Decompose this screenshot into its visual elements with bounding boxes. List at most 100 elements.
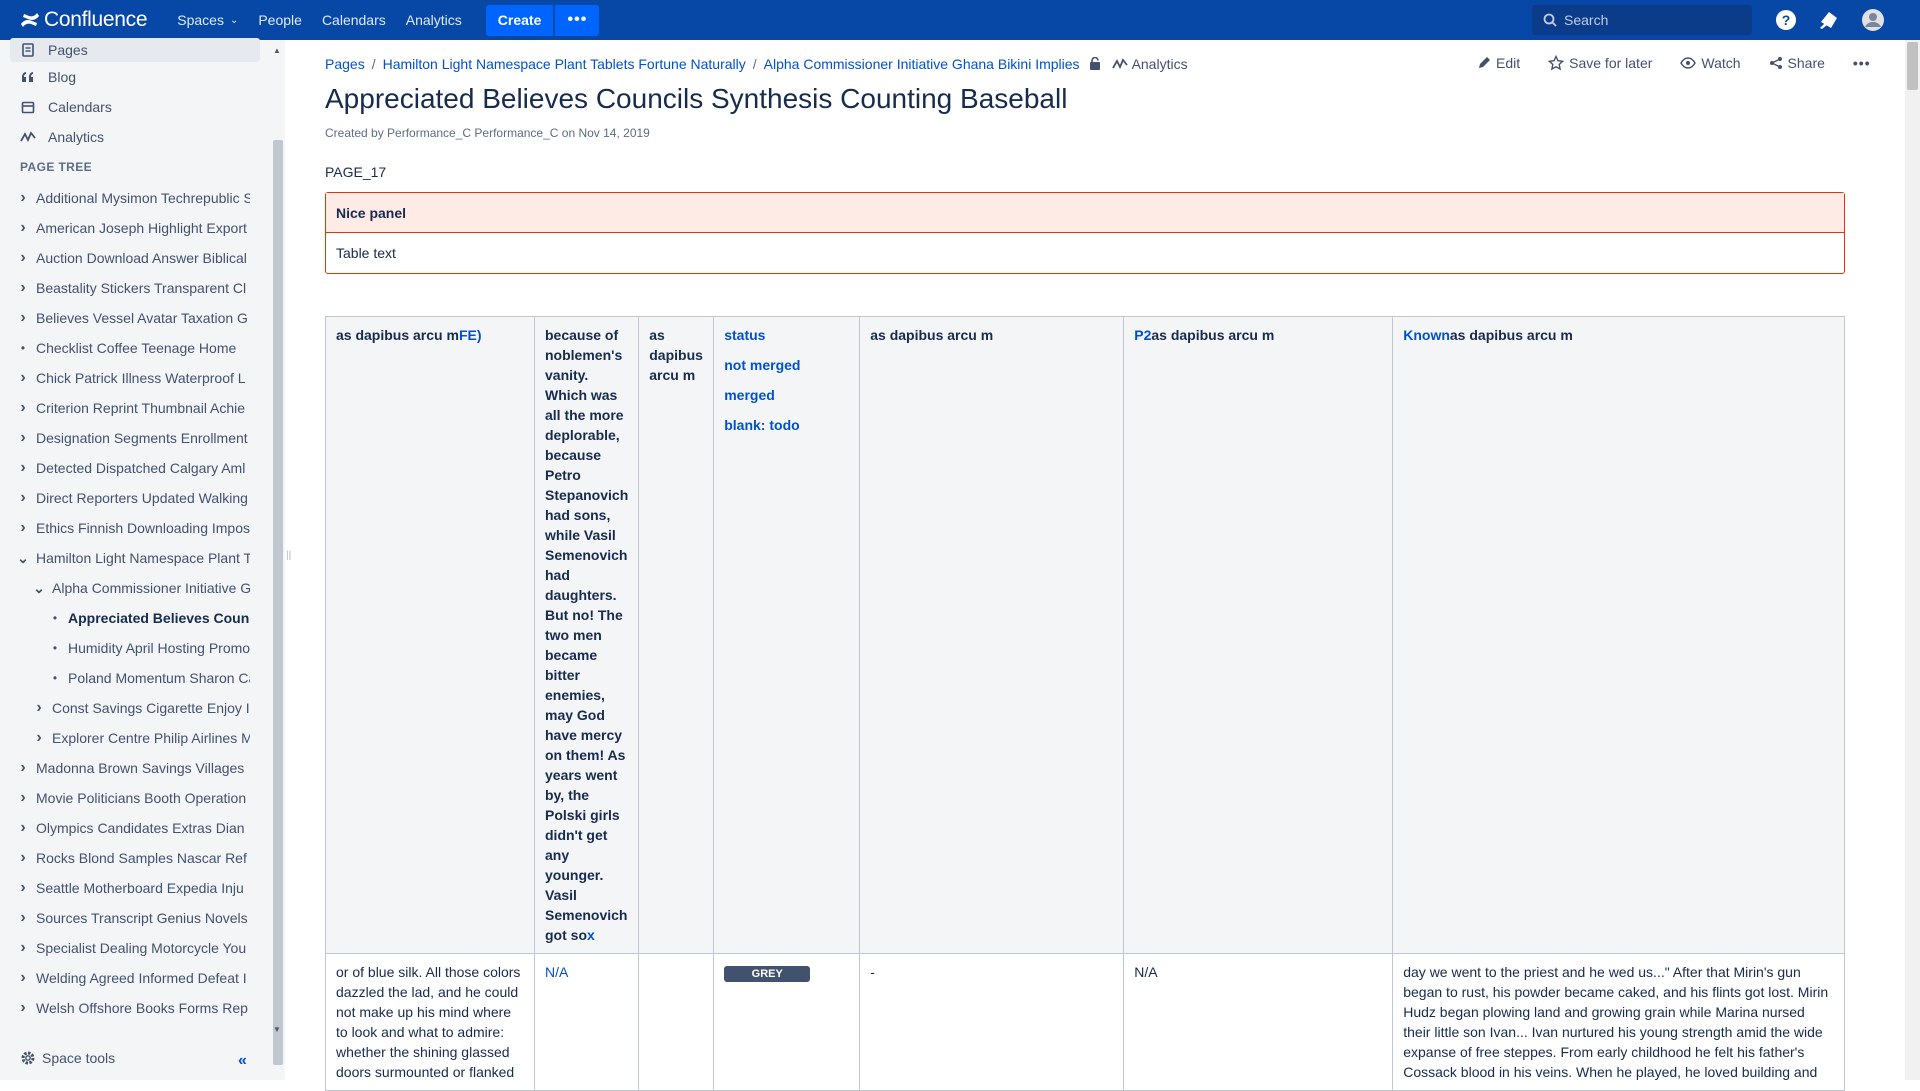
- chevron-right-icon[interactable]: ›: [16, 819, 30, 837]
- sidebar-item-blog[interactable]: Blog: [10, 62, 260, 92]
- chevron-right-icon[interactable]: ›: [16, 849, 30, 867]
- cell-link[interactable]: P2: [1134, 327, 1151, 343]
- page-tree-item[interactable]: › Believes Vessel Avatar Taxation G: [0, 303, 250, 333]
- chevron-right-icon[interactable]: ›: [16, 489, 30, 507]
- page-tree-item[interactable]: • Appreciated Believes Coun: [0, 603, 250, 633]
- sidebar-item-pages[interactable]: Pages: [10, 38, 260, 62]
- create-button[interactable]: Create: [485, 4, 554, 36]
- page-tree-item[interactable]: • Checklist Coffee Teenage Home: [0, 333, 250, 363]
- chevron-right-icon[interactable]: ›: [16, 249, 30, 267]
- page-tree-item[interactable]: › Olympics Candidates Extras Dian: [0, 813, 250, 843]
- table-cell: or of blue silk. All those colors dazzle…: [325, 953, 535, 1091]
- cell-link[interactable]: Known: [1403, 327, 1450, 343]
- chevron-right-icon[interactable]: ›: [16, 909, 30, 927]
- page-tree-item[interactable]: › Beastality Stickers Transparent Cl: [0, 273, 250, 303]
- breadcrumb-item[interactable]: Alpha Commissioner Initiative Ghana Biki…: [764, 56, 1080, 72]
- nav-people[interactable]: People: [248, 0, 312, 40]
- share-button[interactable]: Share: [1769, 55, 1825, 71]
- breadcrumb-separator: /: [371, 56, 376, 72]
- page-tree-item[interactable]: › Specialist Dealing Motorcycle You: [0, 933, 250, 963]
- page-tree-item[interactable]: › Movie Politicians Booth Operation: [0, 783, 250, 813]
- help-icon[interactable]: ?: [1774, 8, 1798, 32]
- chevron-right-icon[interactable]: ›: [16, 789, 30, 807]
- page-tree-item[interactable]: › Criterion Reprint Thumbnail Achie: [0, 393, 250, 423]
- page-tree-item-label: Movie Politicians Booth Operation: [36, 790, 247, 806]
- page-tree-item[interactable]: › Direct Reporters Updated Walking: [0, 483, 250, 513]
- chevron-right-icon[interactable]: ›: [16, 429, 30, 447]
- page-tree-item[interactable]: › Chick Patrick Illness Waterproof L: [0, 363, 250, 393]
- search-input[interactable]: [1564, 12, 1734, 28]
- more-actions-icon[interactable]: •••: [1853, 55, 1871, 71]
- chevron-right-icon[interactable]: ›: [16, 999, 30, 1017]
- chevron-down-icon[interactable]: ⌄: [32, 580, 46, 597]
- page-tree-item[interactable]: › Detected Dispatched Calgary Aml: [0, 453, 250, 483]
- notifications-icon[interactable]: [1817, 8, 1841, 32]
- sidebar-item-calendars[interactable]: Calendars: [10, 92, 260, 122]
- page-tree-item[interactable]: › Ethics Finnish Downloading Impos: [0, 513, 250, 543]
- chevron-right-icon[interactable]: ›: [16, 969, 30, 987]
- page-tree-item-label: Sources Transcript Genius Novels: [36, 910, 248, 926]
- page-tree-item[interactable]: › Madonna Brown Savings Villages: [0, 753, 250, 783]
- sidebar-resize-handle[interactable]: ||: [286, 550, 291, 561]
- page-label: PAGE_17: [325, 164, 387, 180]
- page-tree-item[interactable]: › Welsh Offshore Books Forms Rep: [0, 993, 250, 1023]
- page-tree-item[interactable]: › Additional Mysimon Techrepublic S: [0, 183, 250, 213]
- cell-link[interactable]: x: [587, 927, 595, 943]
- page-tree-item[interactable]: › American Joseph Highlight Export: [0, 213, 250, 243]
- page-tree-item[interactable]: › Rocks Blond Samples Nascar Ref: [0, 843, 250, 873]
- page-tree-item-label: American Joseph Highlight Export: [36, 220, 247, 236]
- chevron-right-icon[interactable]: ›: [32, 729, 46, 747]
- breadcrumb-item[interactable]: Pages: [325, 56, 365, 72]
- page-tree-item[interactable]: ⌄ Hamilton Light Namespace Plant T: [0, 543, 250, 573]
- chevron-right-icon[interactable]: ›: [16, 519, 30, 537]
- chevron-right-icon[interactable]: ›: [32, 699, 46, 717]
- chevron-right-icon[interactable]: ›: [16, 219, 30, 237]
- chevron-right-icon[interactable]: ›: [16, 369, 30, 387]
- confluence-logo[interactable]: Confluence: [20, 8, 148, 32]
- cell-link[interactable]: FE): [459, 327, 482, 343]
- save-for-later-label: Save for later: [1569, 55, 1653, 71]
- page-tree-item[interactable]: › Auction Download Answer Biblical: [0, 243, 250, 273]
- scroll-down-icon[interactable]: ▼: [273, 1025, 281, 1034]
- chevron-down-icon[interactable]: ⌄: [16, 550, 30, 567]
- nav-spaces[interactable]: Spaces ⌄: [167, 0, 248, 40]
- restrictions-icon[interactable]: [1088, 57, 1102, 71]
- space-tools-button[interactable]: Space tools: [20, 1050, 115, 1066]
- create-more-button[interactable]: •••: [555, 4, 600, 36]
- page-tree-item[interactable]: › Sources Transcript Genius Novels: [0, 903, 250, 933]
- page-tree-item[interactable]: › Explorer Centre Philip Airlines M: [0, 723, 250, 753]
- chevron-right-icon[interactable]: ›: [16, 279, 30, 297]
- avatar-icon[interactable]: [1861, 8, 1885, 32]
- sidebar: Pages Blog Calendars Analytics PAGE TREE…: [0, 38, 285, 1080]
- page-tree-item[interactable]: › Const Savings Cigarette Enjoy I: [0, 693, 250, 723]
- chevron-right-icon[interactable]: ›: [16, 759, 30, 777]
- chevron-right-icon[interactable]: ›: [16, 459, 30, 477]
- sidebar-scrollbar-thumb[interactable]: [273, 140, 283, 1065]
- chevron-right-icon[interactable]: ›: [16, 939, 30, 957]
- scroll-up-icon[interactable]: ▲: [273, 46, 281, 55]
- chevron-right-icon[interactable]: ›: [16, 309, 30, 327]
- save-for-later-button[interactable]: Save for later: [1548, 55, 1652, 71]
- breadcrumb-item[interactable]: Hamilton Light Namespace Plant Tablets F…: [383, 56, 746, 72]
- watch-button[interactable]: Watch: [1680, 55, 1741, 71]
- cell-text: as dapibus arcu m: [1151, 327, 1275, 343]
- sidebar-item-analytics[interactable]: Analytics: [10, 122, 260, 152]
- page-tree-item[interactable]: ⌄ Alpha Commissioner Initiative G: [0, 573, 250, 603]
- page-scrollbar-thumb[interactable]: [1907, 42, 1918, 90]
- analytics-link[interactable]: Analytics: [1132, 56, 1188, 72]
- page-tree-item[interactable]: • Humidity April Hosting Promo: [0, 633, 250, 663]
- gear-icon: [21, 1051, 35, 1065]
- page-tree-item[interactable]: › Designation Segments Enrollment: [0, 423, 250, 453]
- search-box[interactable]: [1532, 5, 1752, 35]
- collapse-sidebar-icon[interactable]: «: [238, 1052, 247, 1070]
- nav-calendars[interactable]: Calendars: [312, 0, 396, 40]
- page-scrollbar[interactable]: [1905, 40, 1920, 1080]
- chevron-right-icon[interactable]: ›: [16, 879, 30, 897]
- chevron-right-icon[interactable]: ›: [16, 189, 30, 207]
- page-tree-item[interactable]: › Welding Agreed Informed Defeat I: [0, 963, 250, 993]
- nav-analytics[interactable]: Analytics: [396, 0, 472, 40]
- page-tree-item[interactable]: › Seattle Motherboard Expedia Inju: [0, 873, 250, 903]
- edit-button[interactable]: Edit: [1477, 55, 1520, 71]
- chevron-right-icon[interactable]: ›: [16, 399, 30, 417]
- page-tree-item[interactable]: • Poland Momentum Sharon Ca: [0, 663, 250, 693]
